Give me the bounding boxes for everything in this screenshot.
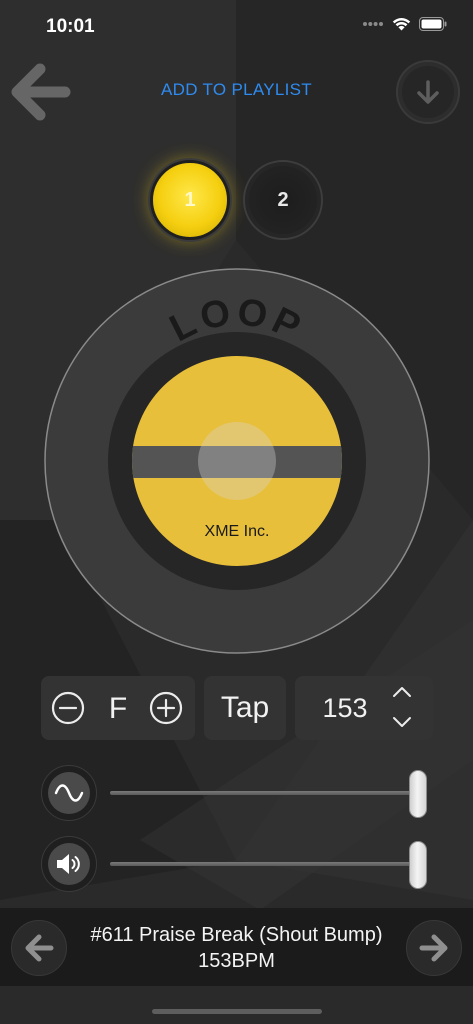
previous-song-button[interactable] xyxy=(11,920,67,976)
key-value: F xyxy=(108,692,128,725)
now-playing-bar: #611 Praise Break (Shout Bump) 153BPM xyxy=(0,908,473,986)
pitch-slider-track[interactable] xyxy=(110,791,426,795)
cellular-dots-icon xyxy=(363,22,383,26)
chevron-down-icon[interactable] xyxy=(391,714,413,730)
next-song-button[interactable] xyxy=(406,920,462,976)
status-icons xyxy=(362,17,447,31)
bpm-value: 153 xyxy=(322,693,368,723)
song-title: #611 Praise Break (Shout Bump) 153BPM xyxy=(90,924,383,972)
sine-wave-icon xyxy=(54,784,84,802)
volume-slider-thumb[interactable] xyxy=(409,841,427,889)
volume-slider-track[interactable] xyxy=(110,862,426,866)
arrow-left-icon xyxy=(25,934,54,962)
track-1-button[interactable]: 1 xyxy=(150,160,230,240)
battery-icon xyxy=(419,17,447,31)
record-company: XME Inc. xyxy=(205,523,270,540)
tap-button[interactable]: Tap xyxy=(204,676,286,740)
pitch-slider-row xyxy=(0,765,473,821)
status-time: 10:01 xyxy=(46,16,95,37)
arrow-down-icon xyxy=(417,80,439,104)
volume-slider-row xyxy=(0,836,473,892)
status-bar: 10:01 xyxy=(0,0,473,54)
pitch-slider-thumb[interactable] xyxy=(409,770,427,818)
arrow-right-icon xyxy=(419,934,448,962)
key-control: F xyxy=(41,676,195,740)
plus-circle-icon[interactable] xyxy=(149,691,183,725)
download-button[interactable] xyxy=(396,60,460,124)
chevron-up-icon[interactable] xyxy=(391,684,413,700)
speaker-volume-icon xyxy=(57,854,80,874)
track-2-button[interactable]: 2 xyxy=(243,160,323,240)
home-indicator xyxy=(152,1009,322,1014)
volume-slider-button[interactable] xyxy=(41,836,97,892)
minus-circle-icon[interactable] xyxy=(51,691,85,725)
vinyl-record[interactable]: LOOP XME Inc. xyxy=(44,268,430,654)
wifi-icon xyxy=(392,18,411,31)
bpm-control: 153 xyxy=(295,676,433,740)
pitch-slider-button[interactable] xyxy=(41,765,97,821)
